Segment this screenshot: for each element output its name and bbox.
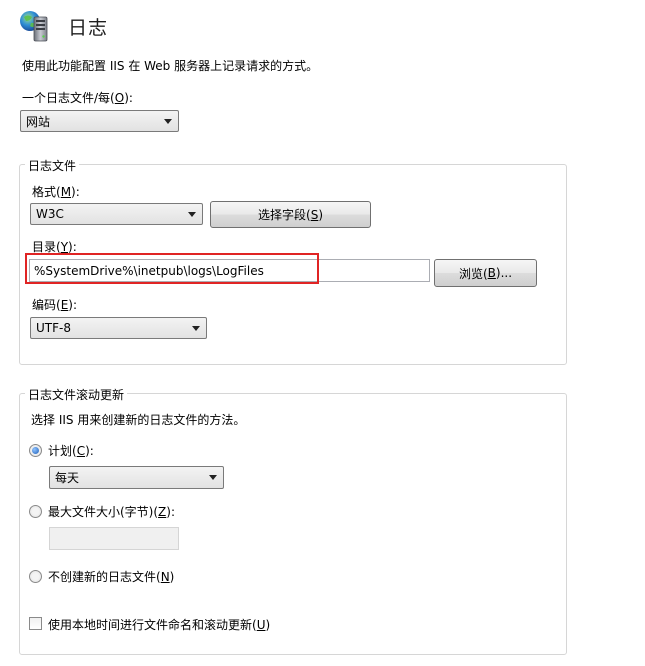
iis-logging-icon <box>18 9 52 43</box>
chevron-down-icon <box>192 326 200 331</box>
no-new-log-label: 不创建新的日志文件(N) <box>48 570 175 584</box>
logging-page: 日志 使用此功能配置 IIS 在 Web 服务器上记录请求的方式。 一个日志文件… <box>0 0 645 666</box>
schedule-radio[interactable] <box>29 444 42 457</box>
rollover-description: 选择 IIS 用来创建新的日志文件的方法。 <box>31 413 246 427</box>
chevron-down-icon <box>188 212 196 217</box>
page-description: 使用此功能配置 IIS 在 Web 服务器上记录请求的方式。 <box>22 59 319 73</box>
format-value: W3C <box>36 207 64 221</box>
directory-highlight-box <box>25 253 319 284</box>
format-label: 格式(M): <box>32 185 80 199</box>
log-per-value: 网站 <box>26 114 51 129</box>
encoding-label: 编码(E): <box>32 298 78 312</box>
page-title: 日志 <box>68 16 109 39</box>
max-size-radio[interactable] <box>29 505 42 518</box>
schedule-value: 每天 <box>55 471 80 485</box>
log-per-dropdown[interactable]: 网站 <box>20 110 179 132</box>
no-new-log-radio[interactable] <box>29 570 42 583</box>
log-file-group-title: 日志文件 <box>25 157 80 174</box>
encoding-dropdown[interactable]: UTF-8 <box>30 317 207 339</box>
schedule-label: 计划(C): <box>48 444 94 458</box>
page-header: 日志 <box>18 8 108 44</box>
chevron-down-icon <box>209 475 217 480</box>
schedule-dropdown[interactable]: 每天 <box>49 466 224 489</box>
format-dropdown[interactable]: W3C <box>30 203 203 225</box>
max-size-label: 最大文件大小(字节)(Z): <box>48 505 176 519</box>
log-per-label: 一个日志文件/每(O): <box>22 91 133 105</box>
browse-button[interactable]: 浏览(B)... <box>434 259 537 287</box>
radio-selected-dot <box>32 447 39 454</box>
rollover-group-title: 日志文件滚动更新 <box>25 386 128 403</box>
encoding-value: UTF-8 <box>36 321 71 335</box>
local-time-checkbox[interactable] <box>29 617 42 630</box>
select-fields-button[interactable]: 选择字段(S) <box>210 201 371 228</box>
chevron-down-icon <box>164 119 172 124</box>
local-time-label: 使用本地时间进行文件命名和滚动更新(U) <box>48 618 271 632</box>
max-size-input[interactable] <box>49 527 179 550</box>
